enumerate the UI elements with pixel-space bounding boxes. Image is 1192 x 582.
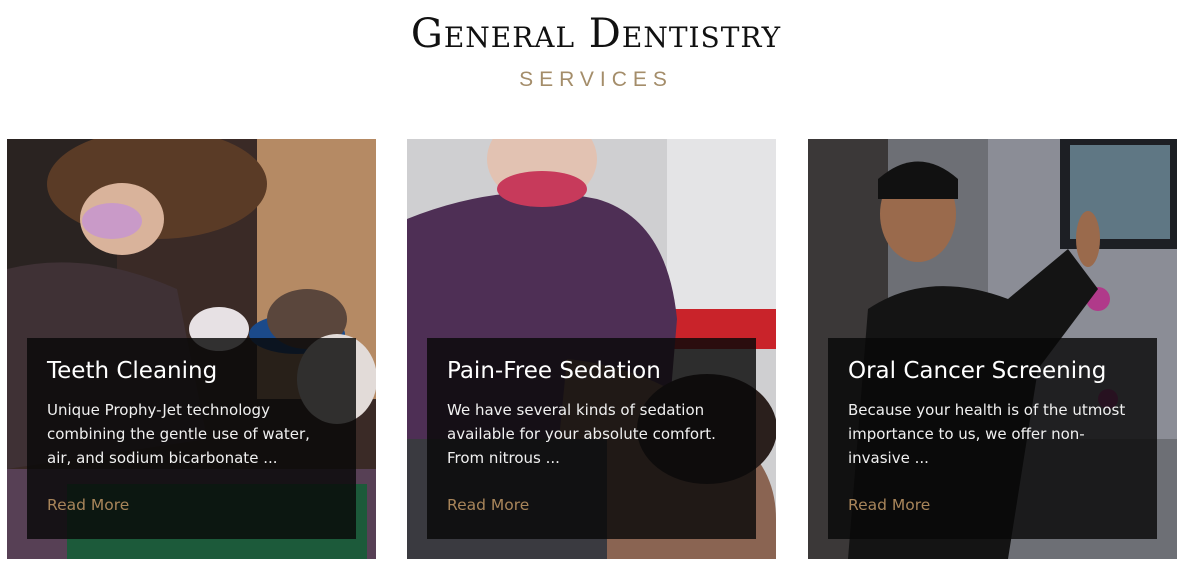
- services-grid: Teeth Cleaning Unique Prophy-Jet technol…: [0, 139, 1192, 559]
- read-more-link[interactable]: Read More: [47, 496, 129, 514]
- section-title: General Dentistry: [410, 11, 782, 57]
- card-description: Unique Prophy-Jet technology combining t…: [47, 401, 310, 467]
- section-heading: General Dentistry SERVICES: [0, 10, 1192, 92]
- card-caption: Oral Cancer Screening Because your healt…: [828, 338, 1157, 539]
- card-description: Because your health is of the utmost imp…: [848, 401, 1126, 467]
- card-title: Pain-Free Sedation: [447, 358, 661, 384]
- read-more-link[interactable]: Read More: [848, 496, 930, 514]
- card-caption: Teeth Cleaning Unique Prophy-Jet technol…: [27, 338, 356, 539]
- card-title: Oral Cancer Screening: [848, 358, 1107, 384]
- section-subtitle: SERVICES: [519, 68, 673, 91]
- read-more-link[interactable]: Read More: [447, 496, 529, 514]
- service-card-oral-cancer-screening[interactable]: Oral Cancer Screening Because your healt…: [808, 139, 1177, 559]
- card-caption: Pain-Free Sedation We have several kinds…: [427, 338, 756, 539]
- card-title: Teeth Cleaning: [47, 358, 218, 384]
- service-card-teeth-cleaning[interactable]: Teeth Cleaning Unique Prophy-Jet technol…: [7, 139, 376, 559]
- service-card-pain-free-sedation[interactable]: Pain-Free Sedation We have several kinds…: [407, 139, 776, 559]
- card-description: We have several kinds of sedation availa…: [447, 401, 716, 467]
